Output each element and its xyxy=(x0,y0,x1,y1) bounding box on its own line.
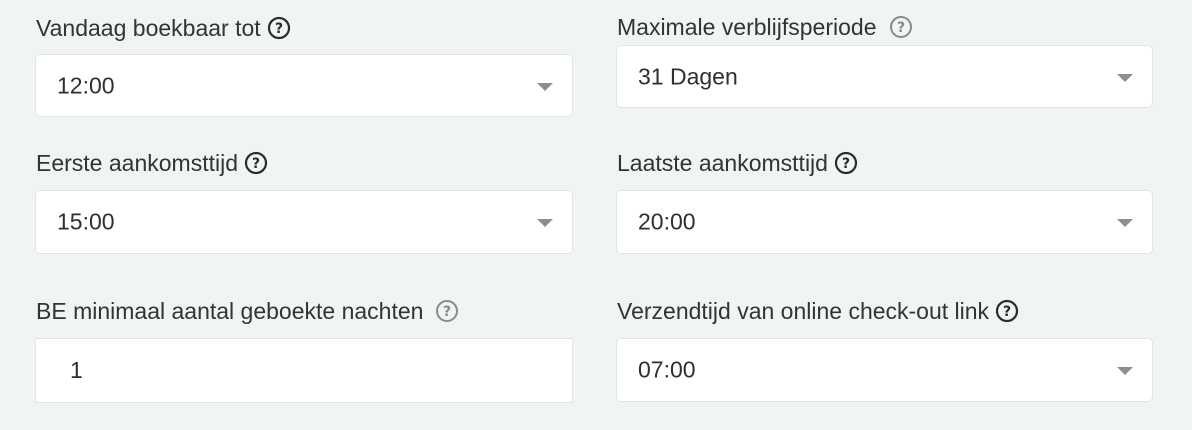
chevron-down-icon xyxy=(1117,219,1133,227)
vandaag-boekbaar-label-row: Vandaag boekbaar tot ? xyxy=(36,14,291,42)
be-minimaal-nachten-label: BE minimaal aantal geboekte nachten xyxy=(36,298,424,324)
chevron-down-icon xyxy=(537,82,553,91)
verzendtijd-checkout-label-row: Verzendtijd van online check-out link ? xyxy=(617,297,1019,325)
question-circle-icon[interactable]: ? xyxy=(995,299,1019,323)
svg-text:?: ? xyxy=(896,20,904,36)
maximale-verblijfsperiode-label-row: Maximale verblijfsperiode ? xyxy=(617,13,913,41)
eerste-aankomsttijd-label: Eerste aankomsttijd xyxy=(36,150,238,176)
vandaag-boekbaar-select[interactable]: 12:00 xyxy=(35,54,573,117)
maximale-verblijfsperiode-label: Maximale verblijfsperiode xyxy=(617,14,877,40)
vandaag-boekbaar-value: 12:00 xyxy=(57,72,115,98)
laatste-aankomsttijd-value: 20:00 xyxy=(638,208,696,235)
question-circle-icon[interactable]: ? xyxy=(244,151,268,175)
eerste-aankomsttijd-label-row: Eerste aankomsttijd ? xyxy=(36,149,268,177)
chevron-down-icon xyxy=(1117,367,1133,375)
question-circle-icon[interactable]: ? xyxy=(267,16,291,40)
verzendtijd-checkout-select[interactable]: 07:00 xyxy=(616,338,1153,402)
laatste-aankomsttijd-label-row: Laatste aankomsttijd ? xyxy=(617,149,858,177)
eerste-aankomsttijd-select[interactable]: 15:00 xyxy=(35,190,573,254)
laatste-aankomsttijd-select[interactable]: 20:00 xyxy=(616,190,1153,254)
laatste-aankomsttijd-label: Laatste aankomsttijd xyxy=(617,150,828,176)
be-minimaal-nachten-label-row: BE minimaal aantal geboekte nachten ? xyxy=(36,297,459,325)
question-circle-icon[interactable]: ? xyxy=(435,299,459,323)
svg-text:?: ? xyxy=(252,156,260,172)
eerste-aankomsttijd-value: 15:00 xyxy=(57,208,115,235)
svg-text:?: ? xyxy=(842,156,850,172)
verzendtijd-checkout-value: 07:00 xyxy=(638,356,696,383)
svg-text:?: ? xyxy=(275,21,283,37)
chevron-down-icon xyxy=(537,219,553,227)
svg-text:?: ? xyxy=(443,304,451,320)
chevron-down-icon xyxy=(1117,73,1133,82)
maximale-verblijfsperiode-value: 31 Dagen xyxy=(638,63,738,89)
vandaag-boekbaar-label: Vandaag boekbaar tot xyxy=(36,15,261,41)
be-minimaal-nachten-input[interactable] xyxy=(36,339,572,402)
question-circle-icon[interactable]: ? xyxy=(889,15,913,39)
svg-text:?: ? xyxy=(1003,304,1011,320)
be-minimaal-nachten-field[interactable] xyxy=(35,338,573,403)
question-circle-icon[interactable]: ? xyxy=(834,151,858,175)
maximale-verblijfsperiode-select[interactable]: 31 Dagen xyxy=(616,45,1153,108)
verzendtijd-checkout-label: Verzendtijd van online check-out link xyxy=(617,298,990,324)
